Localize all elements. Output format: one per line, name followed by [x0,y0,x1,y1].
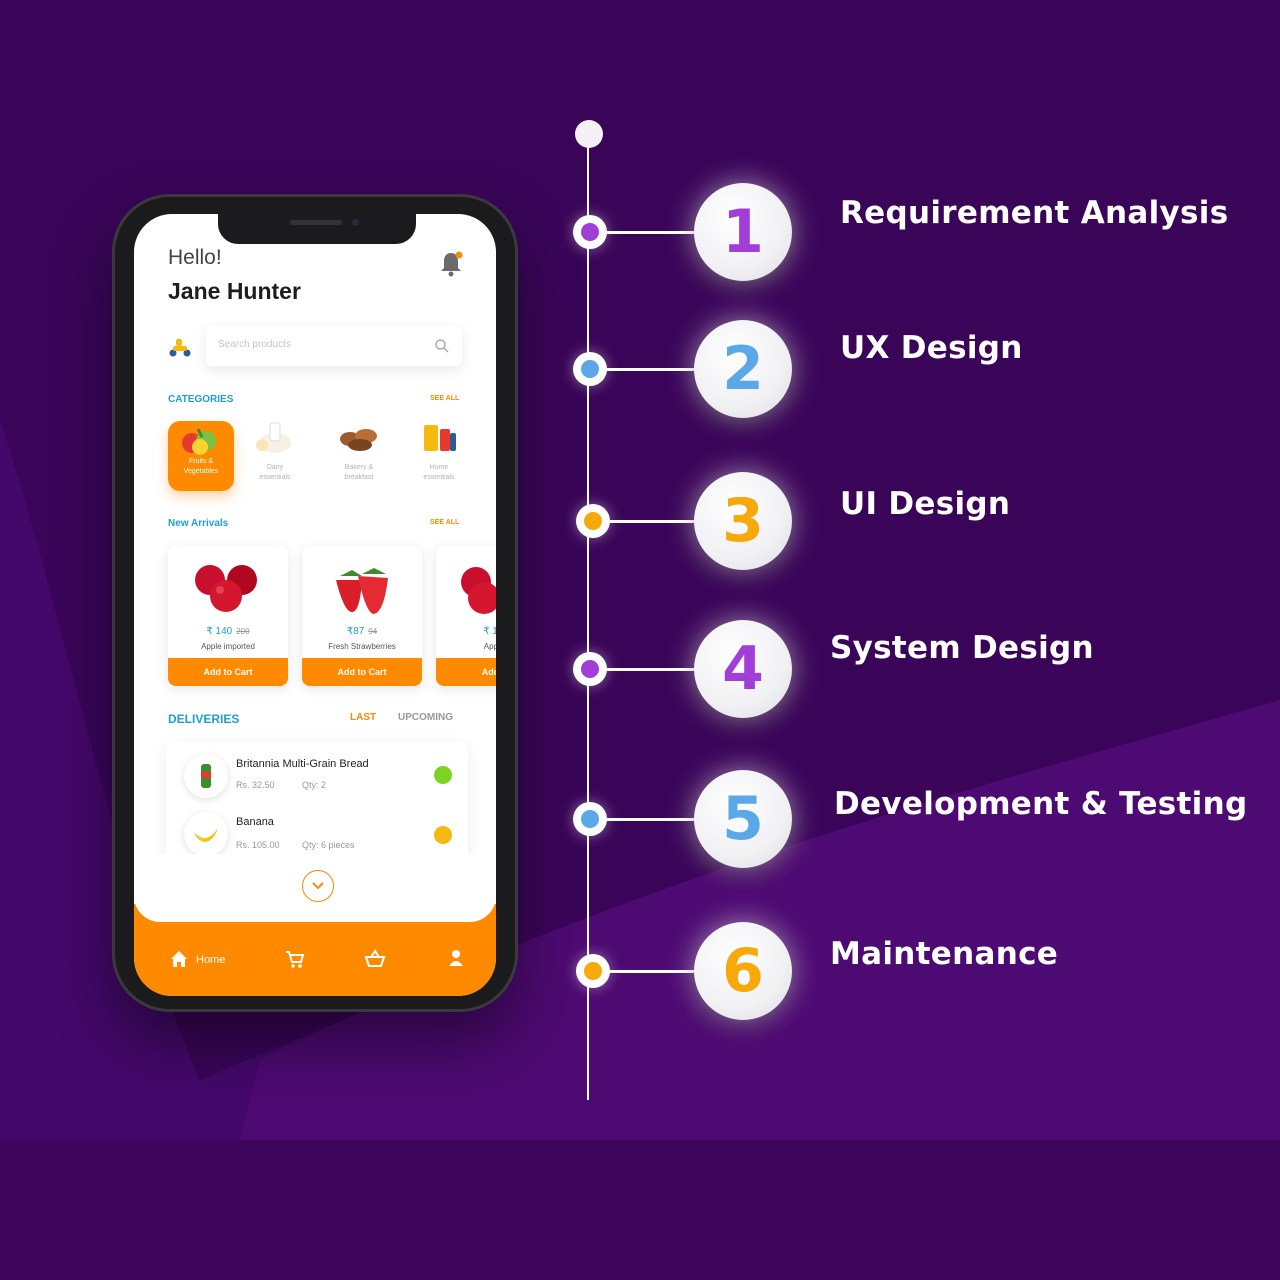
timeline-start-dot [575,120,603,148]
fruits-icon [182,428,216,455]
delivery-item-name: Britannia Multi-Grain Bread [236,758,369,770]
step-number-badge: 4 [694,620,792,718]
tab-upcoming[interactable]: UPCOMING [398,712,453,723]
timeline-step-dot [573,215,607,249]
step-number-badge: 6 [694,922,792,1020]
product-name: Apple imported [201,642,255,651]
timeline-connector [606,520,694,523]
delivery-thumb [184,812,228,856]
category-label: Bakery & [344,464,374,471]
search-icon[interactable] [434,338,450,354]
home-essentials-icon [424,425,456,451]
categories-title: CATEGORIES [168,394,234,405]
nav-home-label[interactable]: Home [196,954,225,966]
notification-bell-icon[interactable] [438,250,464,278]
product-name: Fresh Strawberries [328,642,396,651]
category-label: Vegetables [183,468,219,475]
timeline-step-dot [576,954,610,988]
delivery-item-price: Rs. 32.50 [236,780,275,790]
product-card[interactable]: ₹87 94 Fresh Strawberries Add to Cart [302,546,422,686]
timeline-step-dot [573,652,607,686]
category-bakery[interactable]: Bakery & breakfast [326,421,392,483]
timeline-step-dot [573,352,607,386]
arrivals-see-all-link[interactable]: SEE ALL [430,519,459,526]
bread-pack-icon [201,764,211,788]
apple-image [461,567,496,614]
step-label: System Design [830,630,1094,666]
step-label: UI Design [840,486,1011,522]
delivery-item-qty: Qty: 6 pieces [302,840,355,850]
dairy-icon [256,422,291,453]
phone-notch [218,212,416,244]
product-name: Apple i [483,642,496,651]
bakery-icon [340,429,377,451]
greeting-text: Hello! [168,246,222,269]
banana-icon [194,828,218,842]
chevron-down-icon [312,882,324,890]
phone-camera [352,219,359,226]
step-label: Requirement Analysis [840,195,1229,231]
delivery-item-price: Rs. 105.00 [236,840,280,850]
categories-see-all-link[interactable]: SEE ALL [430,395,459,402]
product-card[interactable]: ₹ 140 Apple i Add to [436,546,496,686]
timeline-connector [603,231,694,234]
timeline-step-dot-center [584,962,602,980]
tab-last[interactable]: LAST [350,712,376,723]
search-input[interactable]: Search products [206,326,462,366]
user-name: Jane Hunter [168,278,301,304]
step-number-badge: 1 [694,183,792,281]
status-dot [434,766,452,784]
step-label: Development & Testing [834,786,1248,822]
delivery-thumb [184,754,228,798]
delivery-item-qty: Qty: 2 [302,780,327,790]
deliveries-title: DELIVERIES [168,712,240,726]
category-dairy[interactable]: Dairy essentials [242,421,308,483]
timeline-connector [603,368,694,371]
category-home[interactable]: Home essentials [406,421,472,483]
product-price: ₹ 140 200 [206,626,250,637]
step-number-badge: 2 [694,320,792,418]
category-label: Home [429,464,449,471]
timeline-step-dot-center [581,360,599,378]
product-card[interactable]: ₹ 140 200 Apple imported Add to Cart [168,546,288,686]
apple-image [195,565,257,612]
search-placeholder: Search products [218,339,291,350]
cart-icon[interactable] [284,948,306,970]
step-label: Maintenance [830,936,1059,972]
category-label: essentials [423,474,455,481]
add-to-cart-button[interactable]: Add to [436,658,496,686]
category-label: Fruits & [188,458,214,465]
category-fruits-vegetables[interactable]: Fruits & Vegetables [168,421,234,491]
app-screen: Hello! Jane Hunter Search products CATEG… [134,214,496,996]
basket-icon[interactable] [364,948,386,970]
phone-speaker [290,220,342,225]
timeline-step-dot-center [581,660,599,678]
strawberry-image [336,568,388,614]
product-price: ₹ 140 [483,626,496,637]
status-dot [434,826,452,844]
new-arrivals-title: New Arrivals [168,518,229,529]
timeline-step-dot-center [584,512,602,530]
timeline-step-dot-center [581,810,599,828]
expand-chevron-button[interactable] [302,870,334,902]
product-price: ₹87 94 [346,626,378,637]
timeline-step-dot-center [581,223,599,241]
category-label: breakfast [344,474,374,481]
home-icon[interactable] [168,948,190,970]
category-label: Dairy [266,464,284,471]
step-number-badge: 5 [694,770,792,868]
timeline-connector [606,970,694,973]
delivery-item-name: Banana [236,816,274,828]
add-to-cart-button[interactable]: Add to Cart [302,658,422,686]
step-label: UX Design [840,330,1023,366]
timeline-step-dot [576,504,610,538]
add-to-cart-button[interactable]: Add to Cart [168,658,288,686]
timeline-connector [603,668,694,671]
profile-icon[interactable] [446,948,466,968]
timeline-step-dot [573,802,607,836]
category-label: essentials [259,474,291,481]
timeline-connector [603,818,694,821]
delivery-scooter-icon [168,336,192,363]
step-number-badge: 3 [694,472,792,570]
